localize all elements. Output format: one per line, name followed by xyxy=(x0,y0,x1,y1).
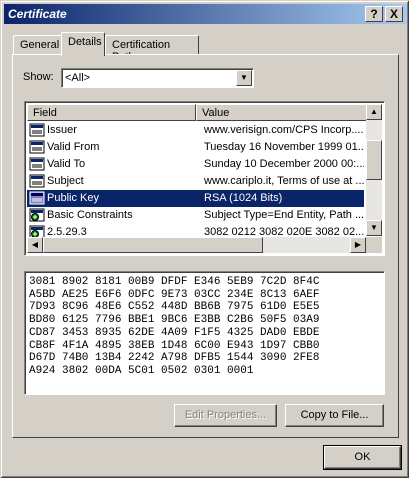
field-value: www.verisign.com/CPS Incorp.... xyxy=(204,124,364,136)
field-value: 3082 0212 3082 020E 3082 02... xyxy=(204,226,364,237)
show-label: Show: xyxy=(23,71,54,83)
scroll-right-icon[interactable]: ▶ xyxy=(350,237,366,253)
field-name: Valid To xyxy=(47,158,86,170)
fields-listview[interactable]: Field Value Issuer www.verisign.com/CPS … xyxy=(24,101,385,256)
hex-line: 3081 8902 8181 00B9 DFDF E346 5EB9 7C2D … xyxy=(29,276,320,288)
list-item[interactable]: Issuer www.verisign.com/CPS Incorp.... xyxy=(27,122,364,139)
show-dropdown[interactable]: <All> ▼ xyxy=(61,68,254,88)
hex-line: A924 3802 00DA 5C01 0502 0301 0001 xyxy=(29,364,254,377)
field-name: Subject xyxy=(47,175,84,187)
scroll-thumb[interactable] xyxy=(366,140,382,180)
field-value: RSA (1024 Bits) xyxy=(204,192,283,204)
field-value: Sunday 10 December 2000 00:... xyxy=(204,158,364,170)
list-item[interactable]: 2.5.29.3 3082 0212 3082 020E 3082 02... xyxy=(27,224,364,237)
document-icon xyxy=(29,191,45,205)
list-item-selected[interactable]: Public Key RSA (1024 Bits) xyxy=(27,190,364,207)
hex-line: BD80 6125 7796 BBE1 9BC6 E3BB C2B6 50F5 … xyxy=(29,314,320,327)
field-value: www.cariplo.it, Terms of use at ... xyxy=(204,175,364,187)
edit-properties-button[interactable]: Edit Properties... xyxy=(174,404,277,427)
document-icon xyxy=(29,157,45,171)
scroll-up-icon[interactable]: ▲ xyxy=(366,104,382,120)
field-name: 2.5.29.3 xyxy=(47,226,87,237)
scroll-left-icon[interactable]: ◀ xyxy=(27,237,43,253)
tab-details[interactable]: Details xyxy=(61,32,105,56)
scroll-down-icon[interactable]: ▼ xyxy=(366,220,382,236)
column-header-field[interactable]: Field xyxy=(27,104,196,121)
field-name: Valid From xyxy=(47,141,100,153)
hex-line: 7D93 8C96 48E6 C552 448D BB6B 7975 61D0 … xyxy=(29,301,320,314)
document-icon xyxy=(29,123,45,137)
scrollbar-corner xyxy=(366,237,382,253)
title-bar[interactable]: Certificate ? X xyxy=(4,4,407,24)
document-icon xyxy=(29,174,45,188)
vertical-scrollbar[interactable]: ▲ ▼ xyxy=(366,104,382,236)
window-title: Certificate xyxy=(8,7,67,21)
hex-line: CB8F 4F1A 4895 38EB 1D48 6C00 E943 1D97 … xyxy=(29,339,320,352)
list-item[interactable]: Subject www.cariplo.it, Terms of use at … xyxy=(27,173,364,190)
hex-line: A5BD AE25 E6F6 0DFC 9E73 03CC 234E 8C13 … xyxy=(29,288,320,301)
copy-to-file-button[interactable]: Copy to File... xyxy=(285,404,384,427)
help-button[interactable]: ? xyxy=(365,6,383,22)
close-button[interactable]: X xyxy=(385,6,403,22)
extension-icon xyxy=(29,208,45,222)
list-item[interactable]: Valid To Sunday 10 December 2000 00:... xyxy=(27,156,364,173)
field-name: Basic Constraints xyxy=(47,209,133,221)
field-value: Tuesday 16 November 1999 01... xyxy=(204,141,364,153)
field-value: Subject Type=End Entity, Path ... xyxy=(204,209,364,221)
hex-line: CD87 3453 8935 62DE 4A09 F1F5 4325 DAD0 … xyxy=(29,326,320,339)
column-header-value[interactable]: Value xyxy=(196,104,368,121)
extension-icon xyxy=(29,225,45,237)
certificate-window: Certificate ? X General Details Certific… xyxy=(0,0,409,478)
list-item[interactable]: Valid From Tuesday 16 November 1999 01..… xyxy=(27,139,364,156)
list-item[interactable]: Basic Constraints Subject Type=End Entit… xyxy=(27,207,364,224)
field-name: Issuer xyxy=(47,124,77,136)
tab-certification-path[interactable]: Certification Path xyxy=(105,35,199,63)
tab-general[interactable]: General xyxy=(13,35,62,55)
scroll-thumb-horizontal[interactable] xyxy=(43,237,263,253)
hex-line: D67D 74B0 13B4 2242 A798 DFB5 1544 3090 … xyxy=(29,352,320,365)
field-name: Public Key xyxy=(47,192,99,204)
field-detail-hex[interactable]: 3081 8902 8181 00B9 DFDF E346 5EB9 7C2D … xyxy=(24,271,385,395)
chevron-down-icon[interactable]: ▼ xyxy=(236,70,252,86)
ok-button[interactable]: OK xyxy=(323,445,402,470)
horizontal-scrollbar[interactable]: ◀ ▶ xyxy=(27,237,366,253)
show-dropdown-value: <All> xyxy=(65,72,91,84)
document-icon xyxy=(29,140,45,154)
